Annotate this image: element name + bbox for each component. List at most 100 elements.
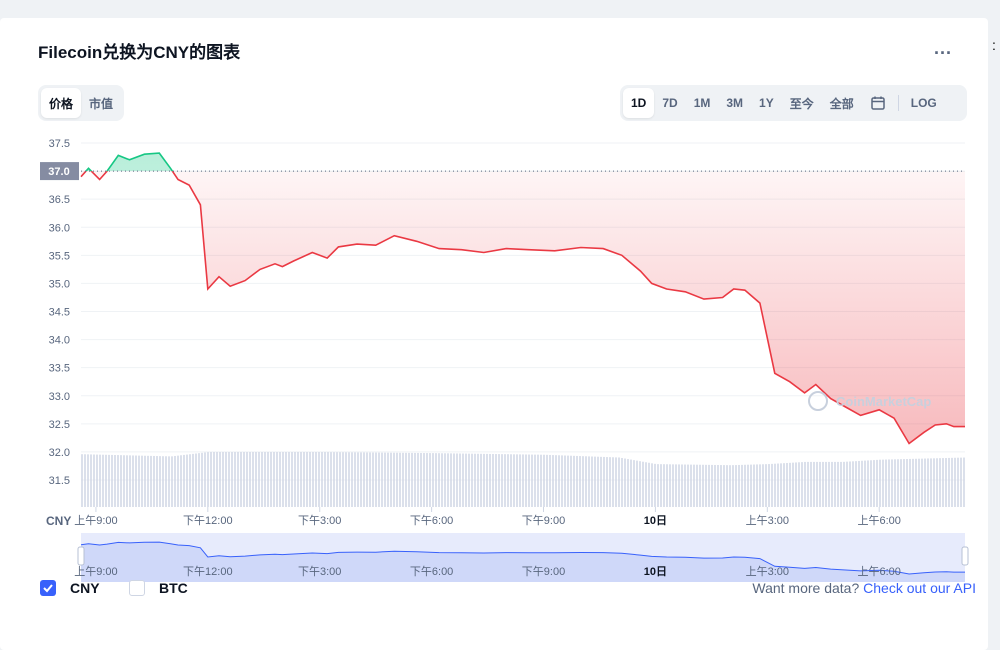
- volume-bar: [762, 464, 764, 507]
- volume-bar: [387, 452, 389, 507]
- volume-bar: [825, 461, 827, 507]
- volume-bar: [930, 458, 932, 507]
- volume-bar: [717, 465, 719, 507]
- volume-bar: [207, 452, 209, 507]
- volume-bar: [279, 452, 281, 507]
- price-point: [461, 249, 463, 251]
- volume-bar: [198, 453, 200, 507]
- x-tick-label: 下午9:00: [522, 514, 565, 527]
- cny-toggle[interactable]: CNY: [40, 580, 100, 596]
- volume-bar: [792, 462, 794, 507]
- volume-bar: [873, 460, 875, 507]
- volume-bar: [315, 452, 317, 507]
- price-point: [338, 246, 340, 248]
- volume-bar: [345, 452, 347, 507]
- volume-bar: [255, 452, 257, 507]
- volume-bar: [429, 453, 431, 507]
- volume-bar: [147, 455, 149, 507]
- volume-bar: [846, 461, 848, 507]
- volume-bar: [366, 452, 368, 507]
- volume-bar: [438, 453, 440, 507]
- volume-bar: [807, 461, 809, 507]
- volume-bar: [681, 464, 683, 507]
- volume-bar: [243, 452, 245, 507]
- volume-bar: [648, 462, 650, 507]
- btc-toggle[interactable]: BTC: [129, 580, 188, 596]
- volume-bar: [186, 454, 188, 507]
- price-point: [640, 270, 642, 272]
- checkbox-unchecked-icon[interactable]: [129, 580, 145, 596]
- volume-bar: [504, 454, 506, 507]
- volume-bar: [123, 455, 125, 507]
- price-point: [88, 167, 90, 169]
- volume-bar: [177, 455, 179, 507]
- price-point: [170, 167, 172, 169]
- volume-bar: [294, 452, 296, 507]
- volume-bar: [132, 455, 134, 507]
- price-point: [200, 204, 202, 206]
- volume-bar: [456, 453, 458, 507]
- volume-bar: [102, 454, 104, 507]
- volume-bar: [582, 456, 584, 507]
- volume-bar: [450, 453, 452, 507]
- price-point: [759, 302, 761, 304]
- volume-bar: [651, 463, 653, 507]
- volume-bar: [528, 454, 530, 507]
- volume-bar: [726, 465, 728, 507]
- price-point: [722, 297, 724, 299]
- volume-bar: [543, 454, 545, 507]
- volume-bar: [321, 452, 323, 507]
- volume-bar: [408, 452, 410, 507]
- navigator-tick-label: 10日: [644, 565, 667, 578]
- volume-bar: [483, 453, 485, 507]
- volume-bar: [960, 457, 962, 507]
- x-axis: 上午9:00 下午12:00 下午3:00 下午6:00 下午9:00 10日 上午3:00…: [74, 507, 901, 527]
- y-tick-label: 37.5: [49, 138, 70, 150]
- price-point: [554, 250, 556, 252]
- price-point: [326, 257, 328, 259]
- volume-bar: [840, 461, 842, 507]
- volume-bar: [414, 452, 416, 507]
- y-tick-label: 32.5: [49, 419, 70, 431]
- volume-bar: [444, 453, 446, 507]
- price-point: [416, 240, 418, 242]
- volume-bar: [597, 456, 599, 507]
- y-tick-label: 33.5: [49, 363, 70, 375]
- volume-bar: [522, 454, 524, 507]
- api-link[interactable]: Check out our API: [863, 580, 976, 596]
- checkbox-checked-icon[interactable]: [40, 580, 56, 596]
- volume-bar: [723, 465, 725, 507]
- navigator[interactable]: 上午9:00 下午12:00 下午3:00 下午6:00 下午9:00 10日 上午3:00…: [74, 533, 969, 582]
- volume-bar: [165, 456, 167, 507]
- volume-bar: [183, 454, 185, 507]
- volume-bar: [291, 452, 293, 507]
- volume-bar: [489, 453, 491, 507]
- watermark-text: CoinMarketCap: [836, 394, 931, 409]
- volume-bar: [849, 461, 851, 507]
- price-point: [789, 381, 791, 383]
- volume-bar: [714, 464, 716, 507]
- volume-bar: [705, 464, 707, 507]
- volume-bar: [618, 457, 620, 507]
- volume-bar: [588, 456, 590, 507]
- volume-bar: [252, 452, 254, 507]
- volume-bar: [852, 461, 854, 507]
- volume-bar: [672, 464, 674, 507]
- volume-bar: [732, 465, 734, 507]
- volume-bar: [174, 455, 176, 507]
- volume-bar: [735, 465, 737, 507]
- volume-bar: [630, 459, 632, 507]
- volume-bar: [240, 452, 242, 507]
- volume-bar: [423, 453, 425, 507]
- volume-bar: [219, 452, 221, 507]
- volume-bar: [894, 459, 896, 507]
- volume-bar: [777, 463, 779, 507]
- volume-bar: [486, 453, 488, 507]
- volume-bar: [222, 452, 224, 507]
- volume-bar: [567, 455, 569, 507]
- volume-bar: [237, 452, 239, 507]
- price-point: [666, 288, 668, 290]
- price-point: [621, 255, 623, 257]
- volume-bar: [870, 460, 872, 507]
- volume-bar: [267, 452, 269, 507]
